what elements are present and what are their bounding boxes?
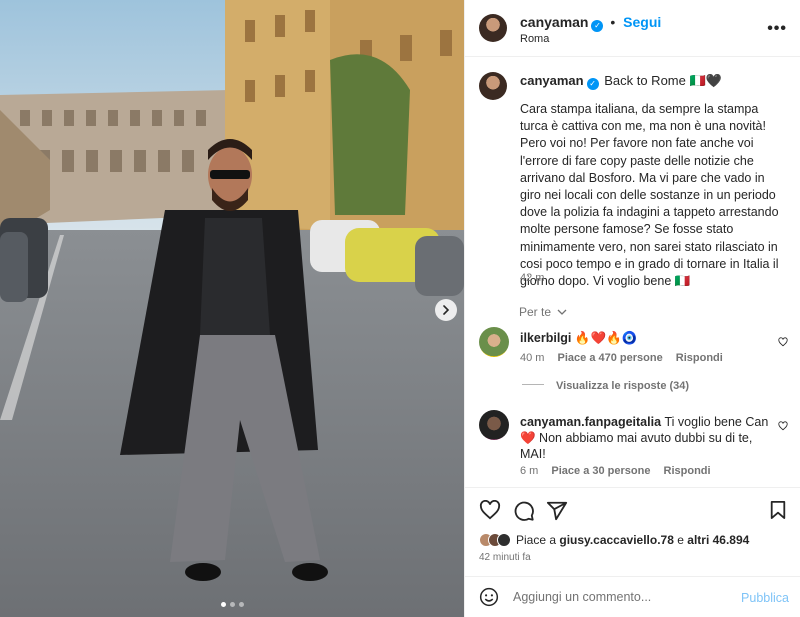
likes-prefix: Piace a	[516, 533, 557, 547]
verified-badge-icon: ✓	[586, 78, 599, 90]
comment-likes[interactable]: Piace a 30 persone	[551, 465, 650, 477]
comment-avatar[interactable]	[479, 327, 509, 357]
separator-dot: •	[610, 14, 616, 30]
caption-avatar[interactable]	[479, 72, 507, 100]
comment-time: 40 m	[520, 352, 545, 364]
bookmark-icon[interactable]	[769, 500, 787, 520]
comment-username[interactable]: canyaman.fanpageitalia	[520, 415, 661, 429]
carousel-next-button[interactable]	[435, 299, 457, 321]
action-bar	[465, 487, 800, 527]
translate-label: Per te	[519, 305, 552, 319]
heart-icon[interactable]	[778, 421, 788, 431]
comment-item: canyaman.fanpageitalia Ti voglio bene Ca…	[520, 414, 770, 462]
location-link[interactable]: Roma	[520, 33, 549, 45]
post-timestamp: 42 minuti fa	[479, 552, 531, 563]
heart-icon[interactable]	[479, 500, 501, 520]
likes-middle: e	[677, 533, 684, 547]
avatar	[497, 533, 511, 547]
caption-time: 42 m	[520, 272, 545, 284]
caption-text: Cara stampa italiana, da sempre la stamp…	[520, 102, 779, 289]
carousel-dots	[0, 602, 464, 607]
view-replies-button[interactable]: Visualizza le risposte (34)	[522, 380, 689, 392]
comment-avatar[interactable]	[479, 410, 509, 440]
avatar[interactable]	[479, 14, 507, 42]
comment-likes[interactable]: Piace a 470 persone	[558, 352, 663, 364]
comment-icon[interactable]	[513, 500, 535, 522]
verified-badge-icon: ✓	[591, 20, 604, 32]
likes-others[interactable]: altri 46.894	[687, 533, 749, 547]
chevron-down-icon	[557, 309, 567, 315]
comment-time: 6 m	[520, 465, 539, 477]
reply-button[interactable]: Rispondi	[664, 465, 711, 477]
likes-text: Piace a giusy.caccaviello.78 e altri 46.…	[516, 533, 749, 547]
likes-summary[interactable]: Piace a giusy.caccaviello.78 e altri 46.…	[479, 532, 749, 548]
carousel-dot	[229, 602, 235, 607]
emoji-icon[interactable]	[479, 587, 499, 607]
post-side-panel: canyaman ✓ • Segui Roma ••• canyaman ✓ Bac…	[464, 0, 800, 617]
post-photo[interactable]	[0, 0, 464, 617]
rome-street-photo	[0, 0, 464, 617]
chevron-right-icon	[443, 305, 450, 315]
caption-username[interactable]: canyaman	[520, 73, 584, 88]
comment-bar: Pubblica	[465, 576, 800, 617]
comment-text: 🔥❤️🔥🧿	[574, 331, 638, 345]
reply-button[interactable]: Rispondi	[676, 352, 723, 364]
post-header: canyaman ✓ • Segui Roma •••	[465, 0, 800, 57]
comment-username[interactable]: ilkerbilgi	[520, 331, 571, 345]
comment-item: ilkerbilgi 🔥❤️🔥🧿	[520, 331, 637, 346]
caption-header: canyaman ✓ Back to Rome 🇮🇹🖤	[520, 73, 722, 90]
caption-title: Back to Rome 🇮🇹🖤	[604, 73, 722, 88]
carousel-dot	[238, 602, 244, 607]
comment-input[interactable]	[513, 585, 733, 609]
publish-button[interactable]: Pubblica	[741, 591, 789, 605]
follow-button[interactable]: Segui	[623, 14, 661, 30]
likes-user[interactable]: giusy.caccaviello.78	[559, 533, 674, 547]
heart-icon[interactable]	[778, 337, 788, 347]
translate-toggle[interactable]: Per te	[519, 305, 567, 319]
header-name-line: canyaman ✓ • Segui	[520, 14, 661, 32]
more-options-icon[interactable]: •••	[767, 20, 787, 38]
header-username[interactable]: canyaman	[520, 14, 588, 30]
share-icon[interactable]	[546, 500, 568, 522]
carousel-dot	[220, 602, 226, 607]
comment-meta: 40 m Piace a 470 persone Rispondi	[520, 352, 733, 364]
comment-meta: 6 m Piace a 30 persone Rispondi	[520, 465, 721, 477]
